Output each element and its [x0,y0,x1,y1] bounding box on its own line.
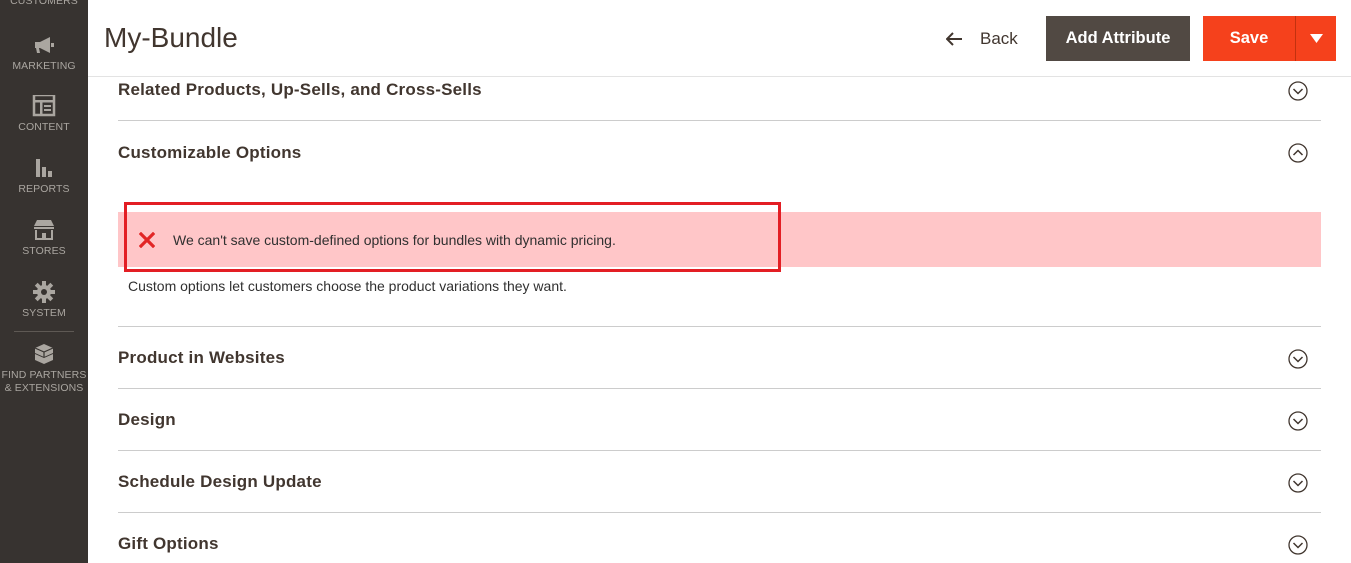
sidebar-item-label: Content [18,121,70,133]
save-options-toggle[interactable] [1295,16,1336,61]
back-button[interactable]: Back [946,24,1018,54]
bar-chart-icon [32,157,56,179]
chevron-down-icon[interactable] [1288,411,1308,431]
sidebar-item-label: Find Partners & Extensions [1,369,87,394]
section-title: Product in Websites [118,348,285,367]
sidebar-item-marketing[interactable]: Marketing [0,34,88,73]
section-schedule-design-update[interactable]: Schedule Design Update [118,451,1321,513]
sidebar-item-label: Stores [22,245,66,257]
caret-down-icon [1309,34,1323,43]
chevron-down-icon[interactable] [1288,473,1308,493]
page-header: My-Bundle Back Add Attribute Save [88,0,1351,77]
chevron-up-icon[interactable] [1288,143,1308,163]
sidebar-divider [14,331,74,332]
sidebar-item-customers[interactable]: Customers [0,0,88,8]
arrow-left-icon [946,32,962,46]
product-form-content: Related Products, Up-Sells, and Cross-Se… [118,77,1321,563]
chevron-down-icon[interactable] [1288,349,1308,369]
sidebar-item-label: Customers [10,0,78,7]
section-product-in-websites[interactable]: Product in Websites [118,327,1321,389]
sidebar-item-find-partners[interactable]: Find Partners & Extensions [0,343,88,395]
page-title: My-Bundle [104,22,238,53]
section-design[interactable]: Design [118,389,1321,451]
cubes-icon [32,343,56,365]
section-title: Related Products, Up-Sells, and Cross-Se… [118,80,482,99]
annotation-highlight-box [124,202,781,272]
section-title: Gift Options [118,534,219,553]
sidebar-item-label: Reports [18,183,70,195]
section-title: Schedule Design Update [118,472,322,491]
chevron-down-icon[interactable] [1288,81,1308,101]
chevron-down-icon[interactable] [1288,535,1308,555]
megaphone-icon [32,34,56,56]
sidebar-item-system[interactable]: System [0,281,88,320]
storefront-icon [32,219,56,241]
sidebar-item-stores[interactable]: Stores [0,219,88,258]
save-button[interactable]: Save [1203,16,1295,61]
sidebar-item-label: System [22,307,66,319]
sidebar-item-content[interactable]: Content [0,95,88,134]
section-title: Design [118,410,176,429]
gear-icon [32,281,56,303]
customizable-options-help-text: Custom options let customers choose the … [128,278,567,294]
sidebar-item-label: Marketing [12,60,76,72]
sidebar-item-reports[interactable]: Reports [0,157,88,196]
back-button-label: Back [980,29,1018,48]
section-title[interactable]: Customizable Options [118,143,301,163]
admin-app: Customers Marketing Content Reports Stor [0,0,1351,563]
add-attribute-button[interactable]: Add Attribute [1046,16,1190,61]
admin-sidebar: Customers Marketing Content Reports Stor [0,0,88,563]
section-related-products[interactable]: Related Products, Up-Sells, and Cross-Se… [118,77,1321,121]
layout-icon [32,95,56,117]
section-gift-options[interactable]: Gift Options [118,513,1321,563]
